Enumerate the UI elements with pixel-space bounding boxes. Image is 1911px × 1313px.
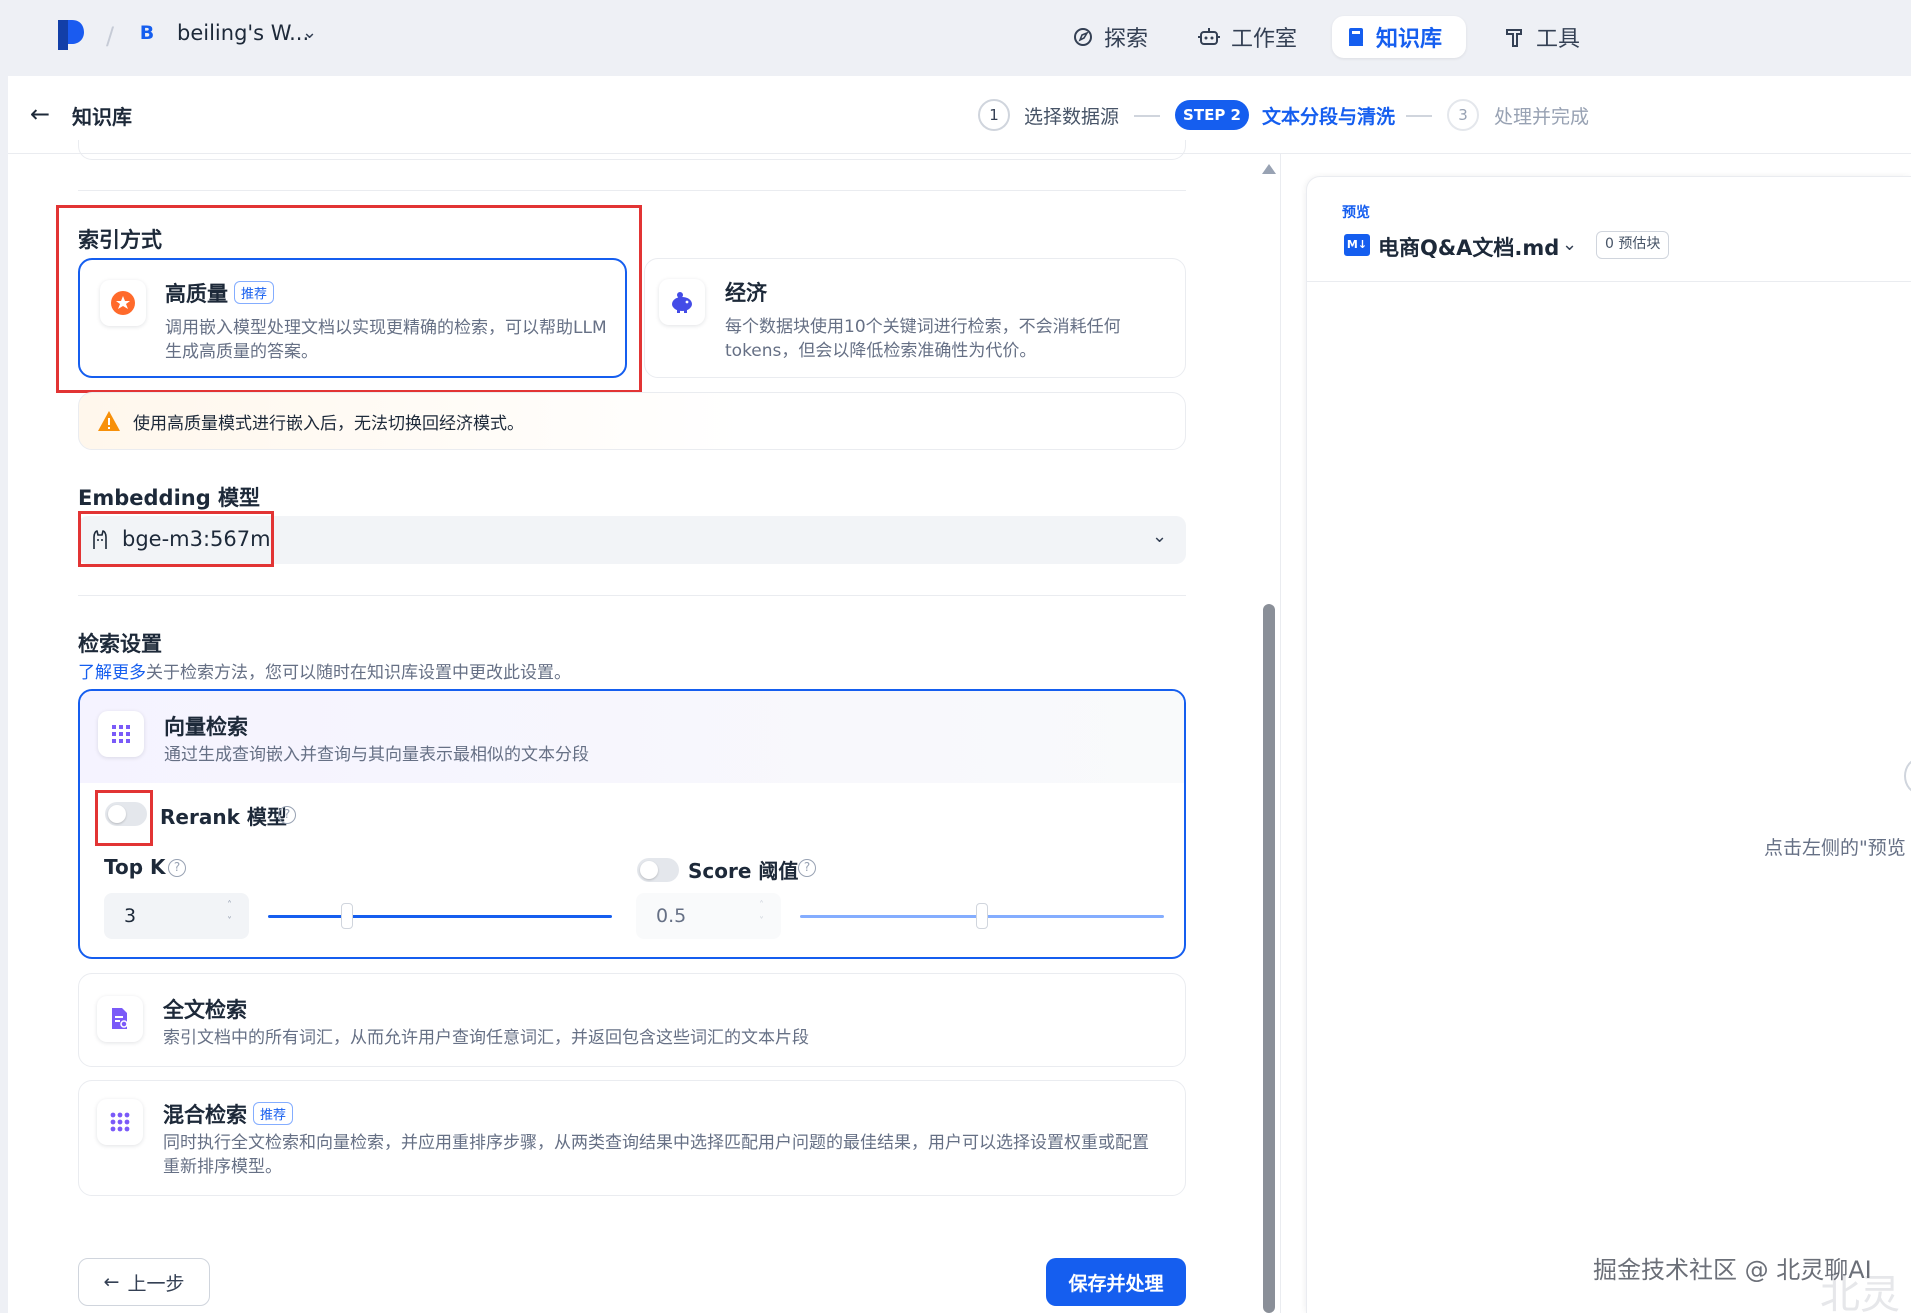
- stepper-arrows-icon[interactable]: ˄ ˅: [227, 898, 232, 930]
- help-icon[interactable]: ?: [278, 806, 296, 824]
- economy-desc: 每个数据块使用10个关键词进行检索，不会消耗任何tokens，但会以降低检索准确…: [725, 317, 1121, 361]
- previous-card-edge: [78, 140, 1186, 160]
- chevron-down-icon[interactable]: ⌄: [302, 22, 317, 43]
- warning-banner: 使用高质量模式进行嵌入后，无法切换回经济模式。: [78, 392, 1186, 450]
- robot-icon: [1198, 28, 1220, 45]
- hybrid-search-title: 混合检索: [163, 1103, 247, 1127]
- index-option-economy[interactable]: 经济 每个数据块使用10个关键词进行检索，不会消耗任何tokens，但会以降低检…: [644, 258, 1186, 378]
- nav-tools[interactable]: 工具: [1490, 16, 1594, 58]
- grid-dots-icon: [110, 1112, 130, 1132]
- app-logo-icon[interactable]: [56, 18, 86, 52]
- step-1-label: 选择数据源: [1024, 106, 1120, 128]
- learn-more-link[interactable]: 了解更多: [78, 663, 146, 683]
- previous-step-button[interactable]: ← 上一步: [78, 1258, 210, 1306]
- piggy-bank-icon: [672, 292, 692, 313]
- document-search-icon: [112, 1008, 128, 1029]
- stepper-arrows-icon[interactable]: ˄ ˅: [759, 898, 764, 930]
- vector-search-desc: 通过生成查询嵌入并查询与其向量表示最相似的文本分段: [164, 745, 589, 765]
- economy-title: 经济: [725, 281, 767, 305]
- warning-icon: [98, 411, 120, 431]
- embedding-title: Embedding 模型: [78, 486, 261, 510]
- nav-explore[interactable]: 探索: [1058, 16, 1162, 58]
- vector-search-title: 向量检索: [164, 715, 248, 739]
- estimated-chunks-badge: 0 预估块: [1596, 231, 1670, 259]
- nav-knowledge[interactable]: 知识库: [1332, 16, 1466, 58]
- step-2-badge: STEP 2: [1175, 100, 1249, 130]
- recommended-badge: 推荐: [253, 1102, 294, 1125]
- fulltext-search-desc: 索引文档中的所有词汇，从而允许用户查询任意词汇，并返回包含这些词汇的文本片段: [163, 1028, 809, 1048]
- divider: [78, 595, 1186, 596]
- watermark: 掘金技术社区 @ 北灵聊AI: [1593, 1256, 1872, 1284]
- preview-panel: [1306, 176, 1911, 1313]
- highlight-box: [95, 790, 153, 846]
- workspace-name[interactable]: beiling's W...: [177, 21, 309, 45]
- step-divider: [1406, 115, 1432, 117]
- nav-label: 知识库: [1376, 27, 1443, 52]
- grid-dots-icon: [112, 725, 130, 743]
- step-1-circle: 1: [978, 99, 1010, 131]
- compass-icon: [1074, 28, 1092, 46]
- preview-empty-hint: 点击左侧的"预览: [1764, 837, 1906, 859]
- top-navigation-bar: / B beiling's W... ⌄ 探索 工作室 知识库 工具: [0, 0, 1911, 76]
- hammer-icon: [1506, 29, 1522, 47]
- score-slider-thumb[interactable]: [976, 903, 988, 929]
- highlight-box: [56, 205, 642, 393]
- topk-label: Top K: [104, 855, 166, 879]
- help-icon[interactable]: ?: [168, 859, 186, 877]
- chevron-down-icon: ⌄: [1152, 526, 1168, 547]
- nav-label: 工具: [1536, 27, 1581, 52]
- step-2-label: 文本分段与清洗: [1262, 106, 1396, 128]
- hybrid-search-desc: 同时执行全文检索和向量检索，并应用重排序步骤，从两类查询结果中选择匹配用户问题的…: [163, 1133, 1149, 1177]
- hybrid-icon-box: [97, 1099, 143, 1145]
- help-icon[interactable]: ?: [798, 859, 816, 877]
- hybrid-search-card[interactable]: 混合检索 推荐 同时执行全文检索和向量检索，并应用重排序步骤，从两类查询结果中选择…: [78, 1080, 1186, 1196]
- retrieval-title: 检索设置: [78, 632, 162, 656]
- scroll-up-arrow-icon[interactable]: [1262, 164, 1276, 174]
- score-threshold-label: Score 阈值: [688, 859, 799, 883]
- highlight-box: [78, 511, 274, 567]
- workspace-avatar[interactable]: B: [136, 22, 158, 44]
- retrieval-subtitle: 了解更多关于检索方法，您可以随时在知识库设置中更改此设置。: [78, 663, 571, 683]
- step-3-label: 处理并完成: [1494, 106, 1590, 128]
- vector-search-card[interactable]: 向量检索 通过生成查询嵌入并查询与其向量表示最相似的文本分段 Rerank 模型…: [78, 689, 1186, 959]
- divider: [1280, 154, 1281, 1313]
- nav-label: 探索: [1104, 27, 1149, 52]
- economy-icon-box: [659, 279, 705, 325]
- step-3-circle: 3: [1447, 99, 1479, 131]
- divider: [78, 190, 1186, 191]
- breadcrumb-separator: /: [106, 22, 115, 50]
- preview-label: 预览: [1342, 205, 1370, 221]
- book-icon: [1349, 28, 1363, 46]
- fulltext-search-title: 全文检索: [163, 998, 247, 1022]
- rerank-label: Rerank 模型: [160, 805, 287, 829]
- score-threshold-toggle[interactable]: [637, 858, 679, 882]
- markdown-file-icon: M↓: [1344, 234, 1370, 256]
- preview-file-name[interactable]: 电商Q&A文档.md: [1378, 232, 1559, 262]
- save-and-process-button[interactable]: 保存并处理: [1046, 1258, 1186, 1306]
- back-arrow-icon[interactable]: ←: [30, 100, 50, 128]
- scrollbar-thumb[interactable]: [1263, 604, 1275, 1313]
- warning-text: 使用高质量模式进行嵌入后，无法切换回经济模式。: [133, 413, 524, 434]
- topk-slider-track[interactable]: [268, 915, 612, 918]
- vector-icon-box: [98, 711, 144, 757]
- nav-studio[interactable]: 工作室: [1183, 16, 1311, 58]
- page-title[interactable]: 知识库: [72, 101, 132, 130]
- nav-label: 工作室: [1231, 27, 1298, 52]
- fulltext-search-card[interactable]: 全文检索 索引文档中的所有词汇，从而允许用户查询任意词汇，并返回包含这些词汇的文…: [78, 973, 1186, 1067]
- topk-slider-thumb[interactable]: [341, 903, 354, 929]
- chevron-down-icon[interactable]: ⌄: [1562, 234, 1577, 255]
- step-divider: [1134, 115, 1160, 117]
- divider: [1306, 281, 1911, 282]
- arrow-left-icon: ←: [103, 1271, 120, 1293]
- fulltext-icon-box: [97, 996, 143, 1042]
